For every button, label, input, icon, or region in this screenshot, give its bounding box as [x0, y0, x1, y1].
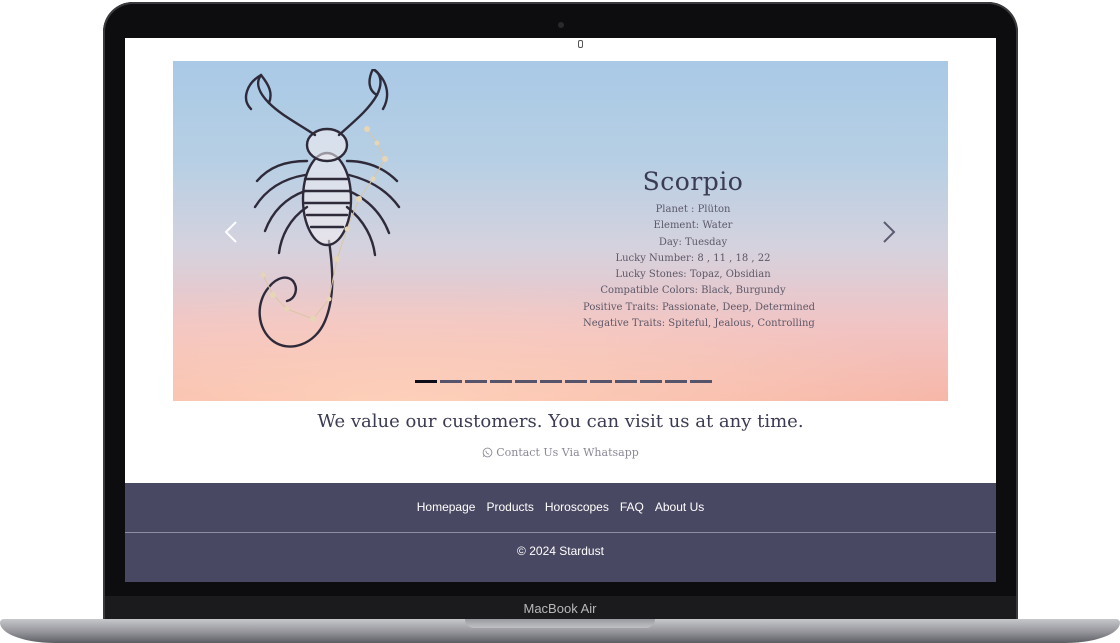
carousel-indicator[interactable] [590, 380, 612, 383]
carousel-indicator[interactable] [540, 380, 562, 383]
footer-nav: Homepage Products Horoscopes FAQ About U… [125, 500, 996, 514]
sign-details: Scorpio Planet : Plüton Element: Water D… [583, 167, 816, 332]
carousel-next-button[interactable] [879, 217, 899, 247]
sign-compatible-colors: Compatible Colors: Black, Burgundy [600, 285, 786, 297]
carousel-indicator[interactable] [440, 380, 462, 383]
contact-whatsapp-link[interactable]: Contact Us Via Whatsapp [496, 446, 639, 459]
camera-icon [558, 22, 564, 28]
sign-positive-traits: Positive Traits: Passionate, Deep, Deter… [583, 301, 816, 313]
sign-lucky-number: Lucky Number: 8 , 11 , 18 , 22 [615, 252, 771, 264]
sign-day: Day: Tuesday [658, 236, 728, 248]
carousel-indicator[interactable] [490, 380, 512, 383]
sign-lucky-stones: Lucky Stones: Topaz, Obsidian [615, 269, 771, 281]
carousel-indicator[interactable] [565, 380, 587, 383]
carousel-indicator[interactable] [615, 380, 637, 383]
sign-planet: Planet : Plüton [655, 204, 731, 215]
chevron-right-icon [883, 221, 896, 243]
footer-link-products[interactable]: Products [486, 500, 533, 514]
carousel-indicator[interactable] [465, 380, 487, 383]
whatsapp-icon [482, 447, 493, 458]
footer-divider [125, 532, 996, 533]
carousel-prev-button[interactable] [221, 217, 241, 247]
sign-title: Scorpio [642, 167, 744, 196]
text-cursor-icon [578, 40, 583, 48]
carousel-indicator[interactable] [415, 380, 437, 383]
chevron-left-icon [224, 221, 237, 243]
carousel-indicator[interactable] [515, 380, 537, 383]
carousel-indicator[interactable] [665, 380, 687, 383]
sign-negative-traits: Negative Traits: Spiteful, Jealous, Cont… [583, 318, 815, 330]
tagline: We value our customers. You can visit us… [317, 411, 804, 432]
footer-link-horoscopes[interactable]: Horoscopes [545, 500, 609, 514]
carousel-indicator[interactable] [690, 380, 712, 383]
scorpion-illustration [244, 69, 401, 348]
laptop-hinge-notch [465, 619, 655, 628]
footer-link-homepage[interactable]: Homepage [417, 500, 476, 514]
footer-link-faq[interactable]: FAQ [620, 500, 644, 514]
contact-whatsapp: Contact Us Via Whatsapp [125, 446, 996, 459]
copyright: © 2024 Stardust [517, 544, 604, 558]
carousel-indicators [415, 380, 712, 383]
site-footer: Homepage Products Horoscopes FAQ About U… [125, 483, 996, 582]
footer-link-about-us[interactable]: About Us [655, 500, 704, 514]
sign-element: Element: Water [653, 220, 733, 232]
zodiac-carousel: Scorpio Planet : Plüton Element: Water D… [173, 61, 948, 401]
carousel-indicator[interactable] [640, 380, 662, 383]
browser-viewport: Scorpio Planet : Plüton Element: Water D… [125, 38, 996, 582]
model-label: MacBook Air [523, 601, 597, 616]
